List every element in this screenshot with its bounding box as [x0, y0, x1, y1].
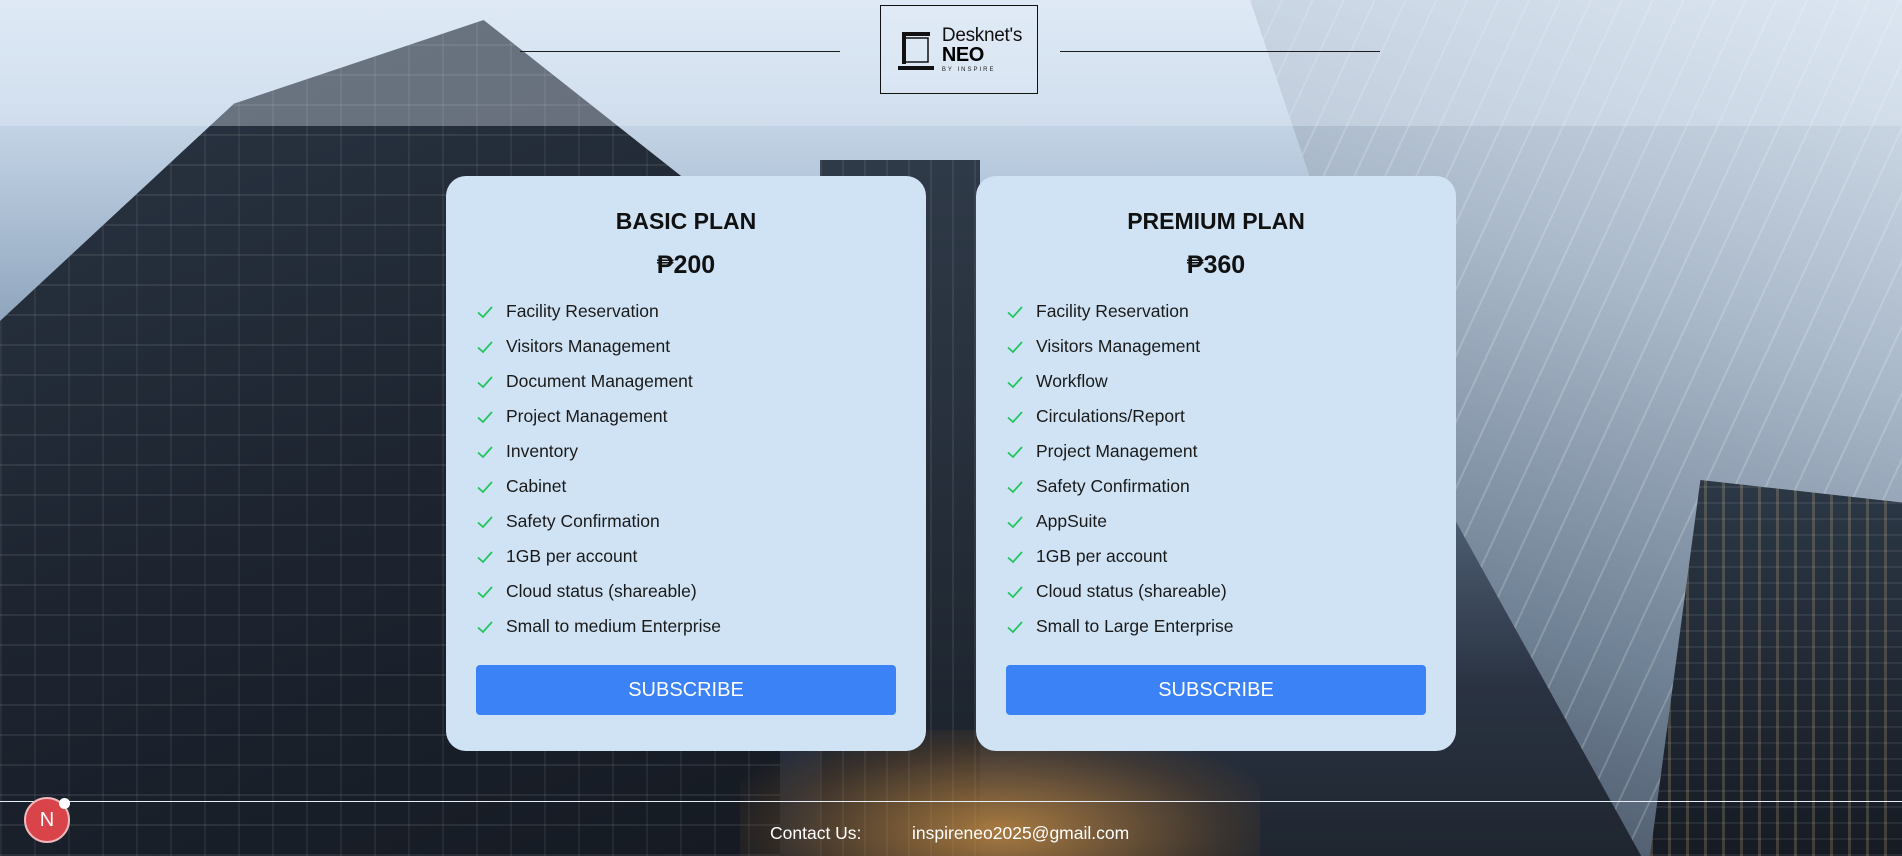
feature-item: Facility Reservation	[1006, 294, 1426, 329]
feature-label: Document Management	[506, 371, 693, 391]
feature-label: Facility Reservation	[1036, 301, 1189, 321]
feature-item: 1GB per account	[476, 539, 896, 574]
feature-item: Cloud status (shareable)	[476, 574, 896, 609]
check-icon	[477, 515, 493, 528]
contact-label: Contact Us:	[770, 823, 862, 843]
feature-label: Project Management	[506, 406, 668, 426]
logo-text: Desknet's NEO BY INSPIRE	[942, 26, 1022, 73]
feature-item: Small to Large Enterprise	[1006, 609, 1426, 644]
check-icon	[477, 550, 493, 563]
check-icon	[477, 445, 493, 458]
feature-item: Safety Confirmation	[1006, 469, 1426, 504]
feature-item: Visitors Management	[476, 329, 896, 364]
feature-list: Facility Reservation Visitors Management…	[476, 294, 896, 644]
feature-item: Workflow	[1006, 364, 1426, 399]
check-icon	[1007, 375, 1023, 388]
subscribe-basic-button[interactable]: SUBSCRIBE	[476, 665, 896, 715]
feature-label: Visitors Management	[1036, 336, 1201, 356]
feature-label: AppSuite	[1036, 511, 1108, 531]
feature-label: Cabinet	[506, 476, 567, 496]
feature-item: AppSuite	[1006, 504, 1426, 539]
feature-item: Inventory	[476, 434, 896, 469]
check-icon	[477, 585, 493, 598]
feature-item: Visitors Management	[1006, 329, 1426, 364]
check-icon	[477, 620, 493, 633]
header-divider-right	[1060, 51, 1380, 52]
logo-brand: Desknet's	[941, 25, 1023, 46]
footer-divider	[0, 801, 1902, 802]
feature-item: Small to medium Enterprise	[476, 609, 896, 644]
feature-label: Circulations/Report	[1036, 406, 1185, 426]
check-icon	[477, 305, 493, 318]
check-icon	[1007, 550, 1023, 563]
feature-item: Cloud status (shareable)	[1006, 574, 1426, 609]
feature-label: Inventory	[506, 441, 578, 461]
feature-label: Project Management	[1036, 441, 1198, 461]
feature-label: Cloud status (shareable)	[506, 581, 697, 601]
plan-title: PREMIUM PLAN	[1127, 208, 1305, 234]
check-icon	[1007, 340, 1023, 353]
check-icon	[1007, 585, 1023, 598]
notification-dot	[59, 798, 70, 809]
feature-label: Visitors Management	[506, 336, 671, 356]
feature-item: Safety Confirmation	[476, 504, 896, 539]
feature-label: Workflow	[1036, 371, 1108, 391]
contact-email-link[interactable]: inspireneo2025@gmail.com	[912, 823, 1129, 844]
check-icon	[1007, 410, 1023, 423]
plan-title: BASIC PLAN	[615, 208, 757, 234]
feature-label: Small to Large Enterprise	[1036, 616, 1234, 636]
subscribe-premium-button[interactable]: SUBSCRIBE	[1006, 665, 1426, 715]
check-icon	[1007, 480, 1023, 493]
feature-item: Cabinet	[476, 469, 896, 504]
feature-label: 1GB per account	[1036, 546, 1168, 566]
feature-label: Small to medium Enterprise	[506, 616, 721, 636]
check-icon	[1007, 445, 1023, 458]
feature-item: Project Management	[476, 399, 896, 434]
feature-label: Facility Reservation	[506, 301, 659, 321]
header-divider-left	[520, 51, 840, 52]
background-image	[0, 0, 1902, 856]
feature-list: Facility Reservation Visitors Management…	[1006, 294, 1426, 644]
check-icon	[1007, 515, 1023, 528]
feature-label: Cloud status (shareable)	[1036, 581, 1227, 601]
logo-product: NEO	[941, 44, 984, 66]
feature-item: Circulations/Report	[1006, 399, 1426, 434]
fab-label: N	[39, 808, 55, 831]
plan-price: ₱360	[1186, 251, 1246, 279]
check-icon	[477, 410, 493, 423]
check-icon	[1007, 620, 1023, 633]
feature-label: 1GB per account	[506, 546, 638, 566]
laptop-icon	[897, 31, 934, 70]
feature-item: Project Management	[1006, 434, 1426, 469]
check-icon	[477, 375, 493, 388]
feature-label: Safety Confirmation	[506, 511, 660, 531]
logo: Desknet's NEO BY INSPIRE	[880, 5, 1038, 94]
feature-label: Safety Confirmation	[1036, 476, 1190, 496]
feature-item: Facility Reservation	[476, 294, 896, 329]
feature-item: 1GB per account	[1006, 539, 1426, 574]
check-icon	[477, 480, 493, 493]
check-icon	[1007, 305, 1023, 318]
check-icon	[477, 340, 493, 353]
feature-item: Document Management	[476, 364, 896, 399]
logo-byline: BY INSPIRE	[941, 67, 996, 73]
plan-price: ₱200	[656, 251, 716, 279]
plan-card-premium: PREMIUM PLAN ₱360 Facility Reservation V…	[976, 176, 1456, 751]
plan-card-basic: BASIC PLAN ₱200 Facility Reservation Vis…	[446, 176, 926, 751]
